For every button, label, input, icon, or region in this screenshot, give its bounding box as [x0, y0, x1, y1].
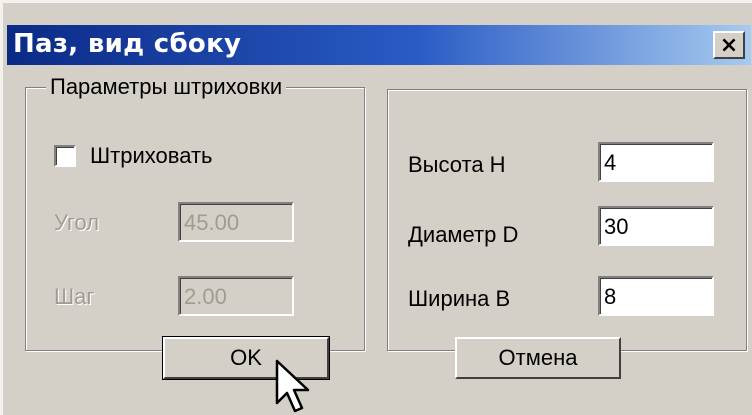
- step-label: Шаг: [54, 284, 95, 309]
- dialog-client-area: Параметры штриховки Штриховать Угол 45.0…: [7, 65, 751, 415]
- width-label: Ширина В: [408, 286, 511, 311]
- hatch-group-legend: Параметры штриховки: [46, 74, 287, 100]
- step-input: 2.00: [178, 276, 294, 316]
- hatch-parameters-group: Параметры штриховки Штриховать Угол 45.0…: [25, 74, 365, 351]
- dimensions-group: Высота Н 4 Диаметр D 30 Ширина В 8: [387, 89, 747, 351]
- title-bar[interactable]: Паз, вид сбоку ×: [7, 25, 751, 65]
- height-input[interactable]: 4: [598, 142, 714, 182]
- window-title: Паз, вид сбоку: [13, 29, 242, 59]
- diameter-label: Диаметр D: [408, 222, 519, 247]
- cancel-button[interactable]: Отмена: [455, 337, 621, 379]
- close-button[interactable]: ×: [713, 31, 745, 59]
- close-icon: ×: [719, 32, 739, 58]
- hatch-checkbox-row[interactable]: Штриховать: [54, 143, 212, 169]
- diameter-input[interactable]: 30: [598, 206, 714, 246]
- height-label: Высота Н: [408, 152, 506, 177]
- dialog-window: Паз, вид сбоку × Параметры штриховки Штр…: [0, 0, 752, 415]
- hatch-checkbox[interactable]: [54, 145, 76, 167]
- angle-label: Угол: [54, 210, 100, 235]
- width-input[interactable]: 8: [598, 276, 714, 316]
- arrow-pointer-icon: [275, 359, 310, 413]
- hatch-checkbox-label[interactable]: Штриховать: [90, 143, 212, 169]
- angle-input: 45.00: [178, 202, 294, 242]
